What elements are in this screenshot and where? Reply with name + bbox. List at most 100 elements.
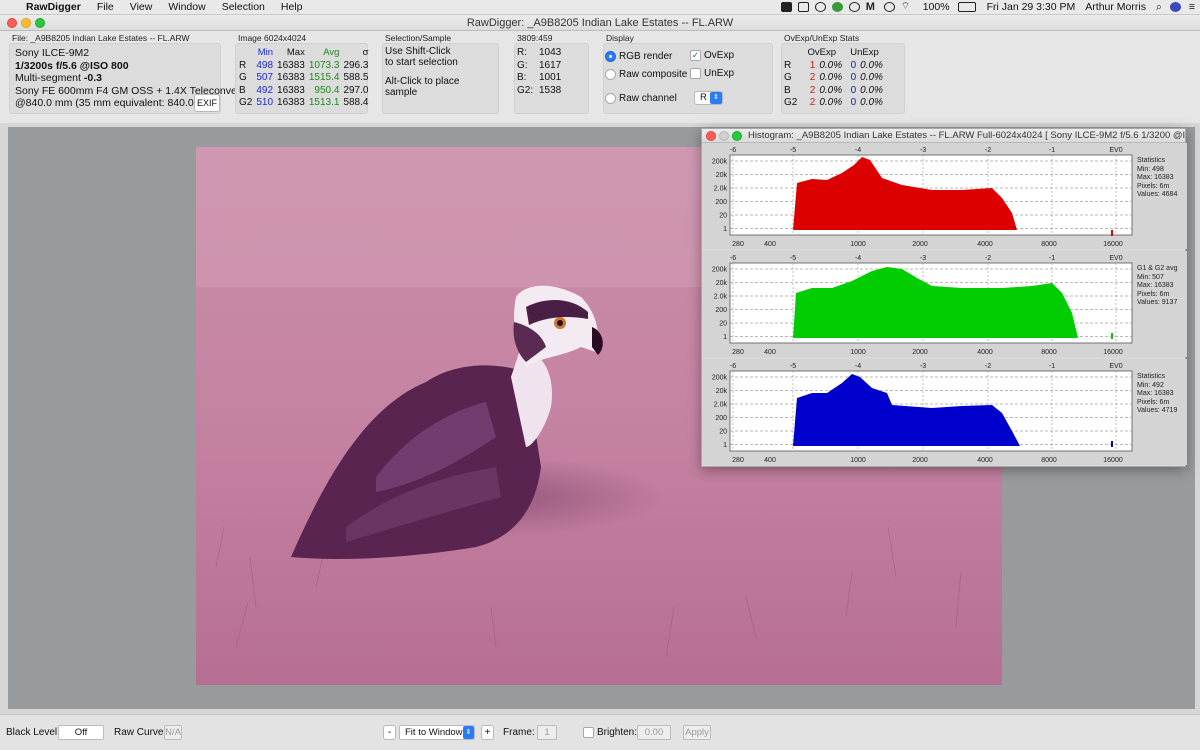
spotlight-icon[interactable]: ⌕ — [1151, 1, 1167, 14]
y-tick-label: 20k — [716, 388, 728, 395]
menu-window[interactable]: Window — [160, 1, 213, 13]
histogram-close-button[interactable] — [706, 131, 716, 141]
table-row: R: 1043 — [517, 47, 562, 58]
col-avg: Avg — [323, 47, 340, 58]
sample-table: R: 1043 G: 1617 B: 1001 G2: 1538 — [515, 47, 563, 97]
y-tick-label: 200k — [712, 267, 728, 274]
raw-composite-label: Raw composite — [619, 69, 688, 80]
ev-label: -3 — [920, 363, 926, 370]
raw-composite-radio[interactable] — [605, 69, 616, 80]
raw-channel-label: Raw channel — [619, 93, 677, 104]
histogram-stats-blue: Statistics Min: 492 Max: 16383 Pixels: 6m Va… — [1137, 373, 1178, 414]
control-center-icon[interactable]: ≡ — [1184, 1, 1200, 13]
x-tick-label: 8000 — [1041, 349, 1057, 356]
exif-button[interactable]: EXIF — [194, 94, 220, 112]
apply-button[interactable]: Apply — [683, 725, 711, 740]
y-tick-label: 2.0k — [714, 294, 728, 301]
siri-icon[interactable] — [1169, 2, 1181, 12]
ev-label: -1 — [1049, 147, 1055, 154]
menu-file[interactable]: File — [89, 1, 122, 13]
table-row: G 2 0.0% 0 0.0% — [784, 72, 883, 83]
clock[interactable]: Fri Jan 29 3:30 PM — [979, 1, 1081, 13]
display-label: Display — [606, 33, 634, 43]
image-stats-table: Min Max Avg σ R 498 16383 1073.3 296.3 G 507 1… — [237, 47, 370, 110]
ev-label: -5 — [790, 255, 796, 262]
clip-marker-green — [1111, 333, 1113, 339]
zoom-out-button[interactable]: - — [383, 725, 396, 740]
ev-label: -5 — [790, 147, 796, 154]
table-row: G: 1617 — [517, 59, 562, 71]
zoom-in-button[interactable]: + — [481, 725, 494, 740]
x-tick-label: 400 — [764, 349, 776, 356]
raw-channel-select[interactable]: R ⇕ — [694, 91, 723, 105]
malwarebytes-icon[interactable]: M — [866, 2, 878, 13]
ev-label: -3 — [920, 147, 926, 154]
histogram-title: Histogram: _A9B8205 Indian Lake Estates … — [702, 129, 1185, 143]
unexp-checkbox[interactable] — [690, 68, 701, 79]
menu-help[interactable]: Help — [273, 1, 311, 13]
ovexp-label: OvExp — [704, 50, 735, 61]
sync-icon[interactable] — [814, 2, 826, 12]
clip-marker-red — [1111, 230, 1113, 236]
raw-curve-label: Raw Curve: — [114, 727, 167, 738]
table-row: B 492 16383 950.4 297.0 — [239, 84, 369, 96]
x-tick-label: 280 — [732, 349, 744, 356]
ev-label: -3 — [920, 255, 926, 262]
x-tick-label: 2000 — [912, 457, 928, 464]
y-tick-label: 2.0k — [714, 186, 728, 193]
x-tick-label: 280 — [732, 241, 744, 248]
x-tick-label: 2000 — [912, 241, 928, 248]
rgb-render-label: RGB render — [619, 51, 673, 62]
selection-hint: Use Shift-Click to start selection Alt-C… — [385, 46, 460, 98]
x-tick-label: 1000 — [850, 349, 866, 356]
raw-curve-field[interactable]: N/A — [164, 725, 182, 740]
histogram-window[interactable]: Histogram: _A9B8205 Indian Lake Estates … — [701, 128, 1187, 467]
exposure-stats-label: OvExp/UnExp Stats — [784, 33, 860, 43]
brighten-label: Brighten: — [597, 727, 638, 738]
y-tick-label: 200 — [715, 307, 727, 314]
raw-channel-radio[interactable] — [605, 93, 616, 104]
s-app-icon[interactable] — [831, 2, 843, 12]
ev-label: -2 — [985, 255, 991, 262]
x-tick-label: 16000 — [1103, 241, 1123, 248]
x-tick-label: 400 — [764, 241, 776, 248]
zoom-select[interactable]: Fit to Window ⇕ — [399, 725, 475, 740]
chevron-updown-icon: ⇕ — [463, 726, 474, 739]
black-level-field[interactable]: Off — [58, 725, 104, 740]
histogram-zoom-button[interactable] — [732, 131, 742, 141]
rgb-render-radio[interactable] — [605, 51, 616, 62]
dropbox-icon[interactable] — [883, 2, 895, 12]
x-tick-label: 16000 — [1103, 457, 1123, 464]
y-tick-label: 20k — [716, 280, 728, 287]
zoom-window-button[interactable] — [35, 18, 45, 28]
ev-label: -1 — [1049, 255, 1055, 262]
menu-selection[interactable]: Selection — [214, 1, 273, 13]
col-max: Max — [286, 47, 305, 58]
close-window-button[interactable] — [7, 18, 17, 28]
minimize-window-button[interactable] — [21, 18, 31, 28]
metering-info: Multi-segment -0.3 — [15, 72, 102, 84]
y-tick-label: 1 — [723, 334, 727, 341]
x-tick-label: 1000 — [850, 241, 866, 248]
y-tick-label: 200 — [715, 199, 727, 206]
exposure-info: 1/3200s f/5.6 @ISO 800 — [15, 59, 129, 72]
calendar-icon[interactable] — [797, 2, 809, 12]
menu-app-name[interactable]: RawDigger — [22, 1, 89, 13]
ovexp-checkbox[interactable]: ✓ — [690, 50, 701, 61]
wifi-icon[interactable]: ⌔ — [901, 2, 915, 12]
camera-model: Sony ILCE-9M2 — [15, 47, 90, 59]
chevron-updown-icon: ⇕ — [710, 92, 722, 104]
menu-view[interactable]: View — [122, 1, 161, 13]
battery-percent: 100% — [922, 1, 950, 13]
user-name[interactable]: Arthur Morris — [1080, 1, 1151, 13]
battery-icon[interactable] — [957, 2, 976, 12]
ev-label: -6 — [730, 147, 736, 154]
copyright-icon[interactable] — [848, 2, 860, 12]
ev-label: -4 — [855, 255, 861, 262]
frame-stepper[interactable]: 1 — [537, 725, 557, 740]
recorder-icon[interactable] — [780, 2, 792, 12]
histogram-minimize-button[interactable] — [719, 131, 729, 141]
brighten-field[interactable]: 0.00 — [637, 725, 671, 740]
ev-label: -6 — [730, 363, 736, 370]
brighten-checkbox[interactable] — [583, 727, 594, 738]
